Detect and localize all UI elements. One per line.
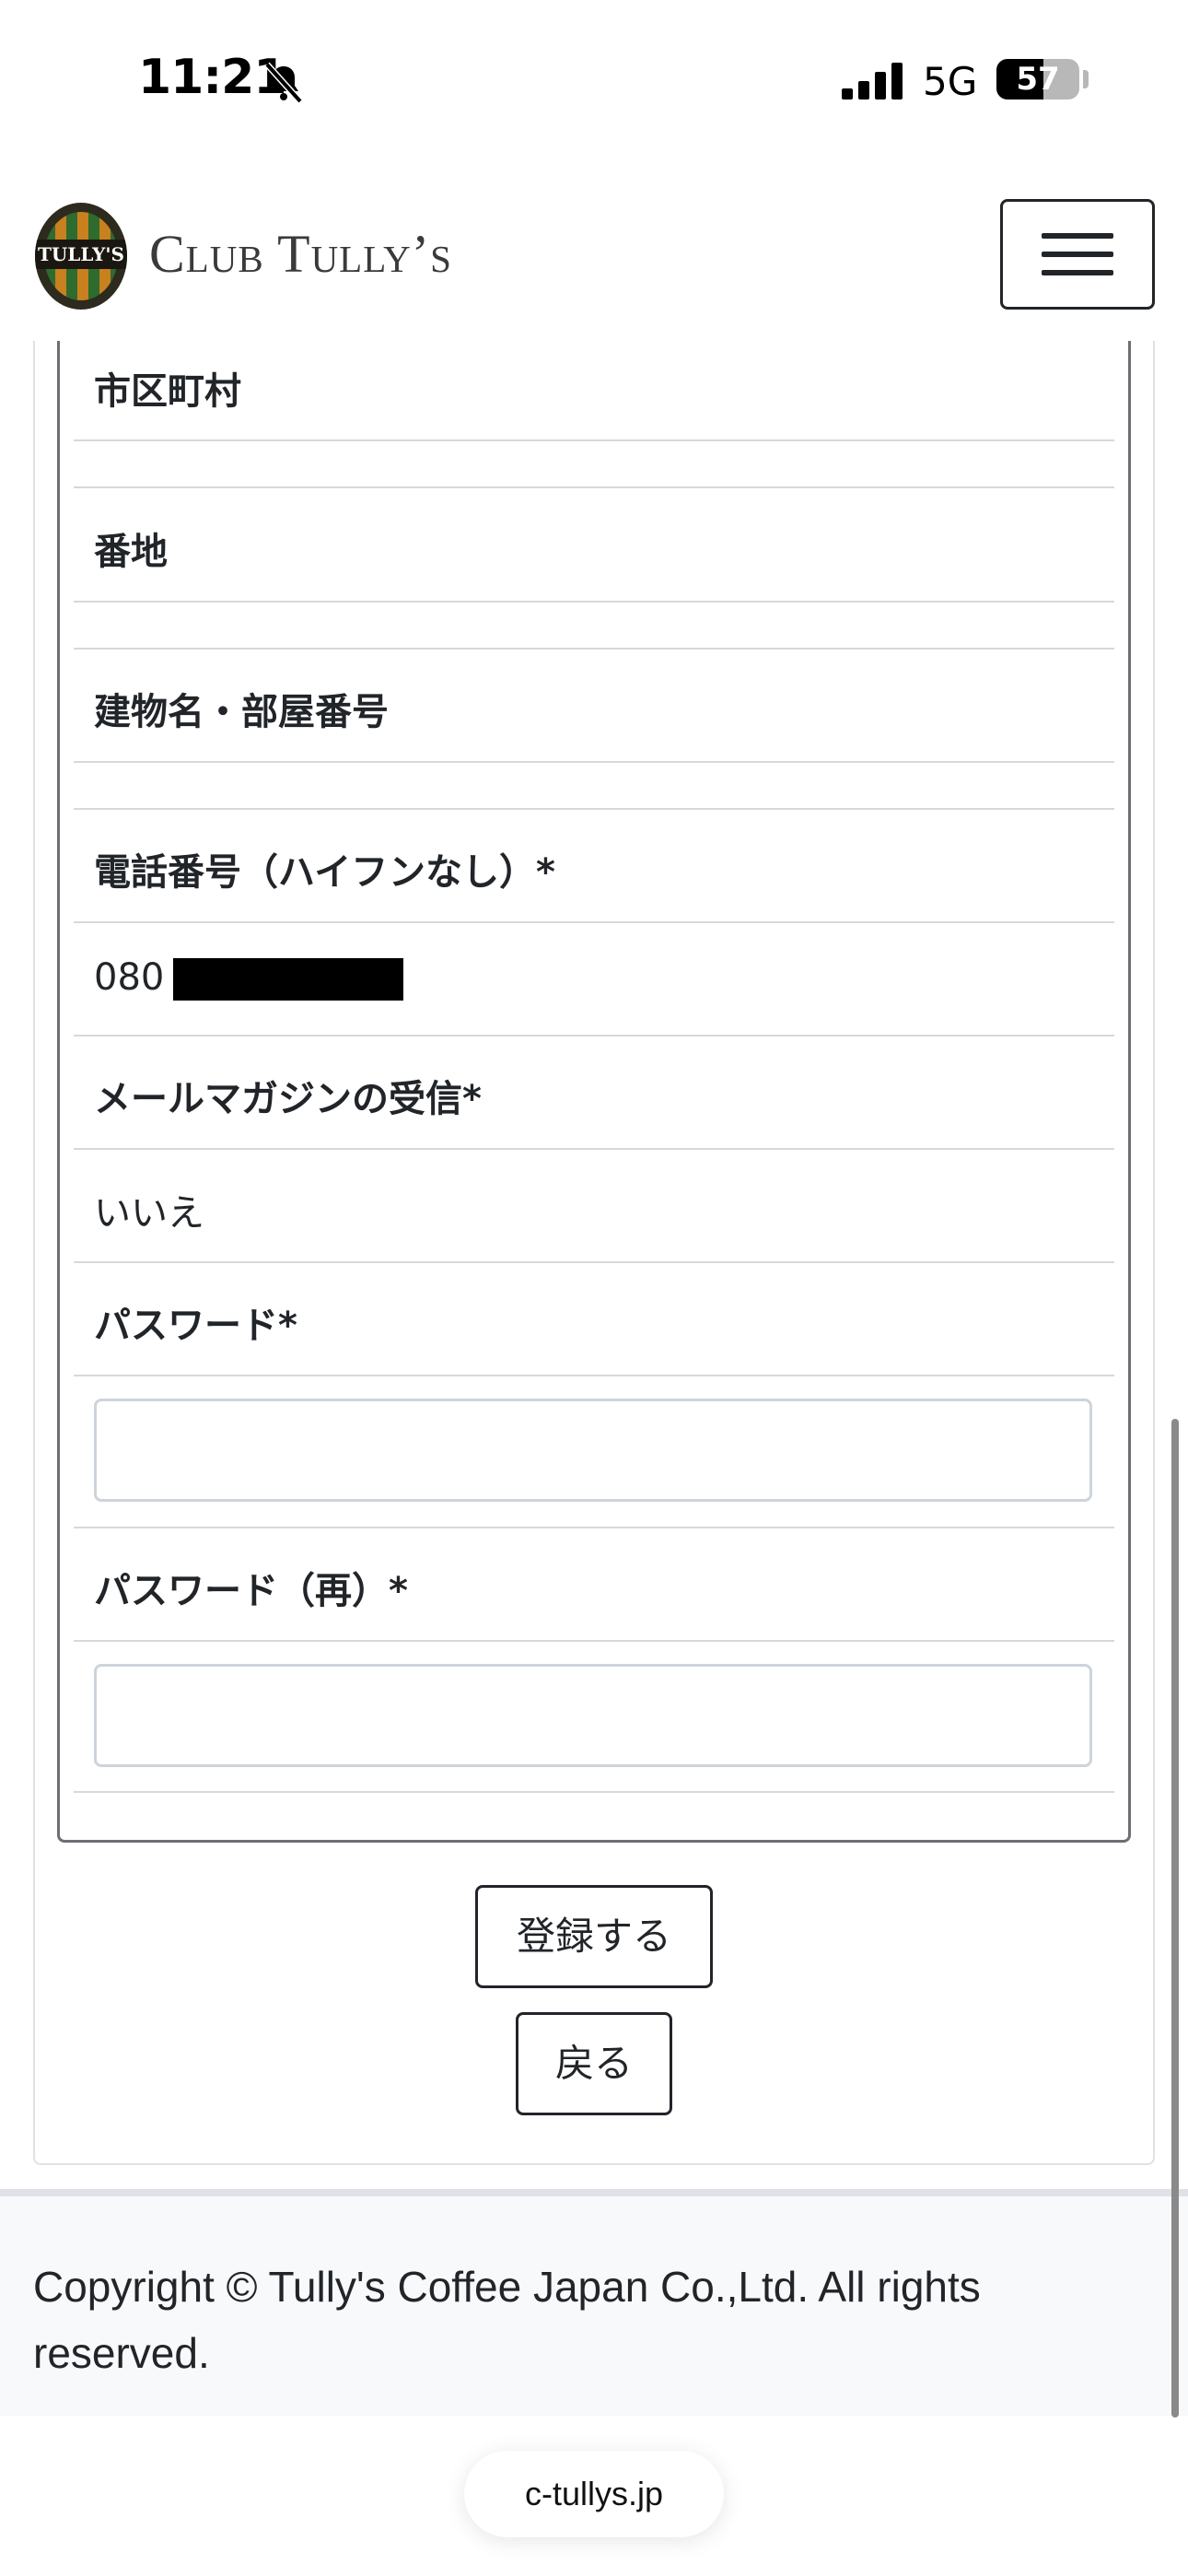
row-divider xyxy=(74,1148,1114,1150)
logo-text: TULLY'S xyxy=(35,240,127,269)
field-label-street: 番地 xyxy=(94,531,168,573)
row-divider xyxy=(74,761,1114,763)
hamburger-icon-bar-3 xyxy=(1042,270,1113,275)
field-label-newsletter: メールマガジンの受信* xyxy=(94,1078,482,1120)
row-divider xyxy=(74,601,1114,603)
row-divider xyxy=(74,921,1114,923)
row-divider xyxy=(74,1035,1114,1036)
row-divider xyxy=(74,486,1114,488)
row-divider xyxy=(74,808,1114,810)
field-label-building: 建物名・部屋番号 xyxy=(94,691,389,733)
field-label-phone: 電話番号（ハイフンなし）* xyxy=(94,851,555,894)
battery-level: 57 xyxy=(1016,61,1060,98)
footer: Copyright © Tully's Coffee Japan Co.,Ltd… xyxy=(0,2189,1188,2416)
menu-button[interactable] xyxy=(1000,199,1155,310)
copyright-text: Copyright © Tully's Coffee Japan Co.,Ltd… xyxy=(33,2263,981,2377)
bell-slash-icon xyxy=(264,62,303,104)
brand-name[interactable]: Club Tully’s xyxy=(149,223,452,285)
network-label: 5G xyxy=(923,59,978,104)
hamburger-icon-bar-1 xyxy=(1042,233,1113,239)
signal-icon xyxy=(842,63,903,100)
url-bar[interactable]: c-tullys.jp xyxy=(464,2451,724,2537)
site-header: TULLY'S Club Tully’s xyxy=(0,166,1188,350)
row-divider xyxy=(74,1527,1114,1528)
hamburger-icon-bar-2 xyxy=(1042,252,1113,257)
field-label-password-confirm: パスワード（再）* xyxy=(94,1570,408,1612)
page: 11:21 5G 57 TULLY'S Club Tully’s 市区町村 番地… xyxy=(0,0,1188,2576)
register-button[interactable]: 登録する xyxy=(475,1885,713,1988)
row-divider xyxy=(74,648,1114,650)
back-button[interactable]: 戻る xyxy=(516,2012,672,2115)
field-label-city: 市区町村 xyxy=(94,370,241,413)
battery-icon: 57 xyxy=(996,59,1079,100)
password-confirm-input[interactable] xyxy=(94,1664,1092,1767)
row-divider xyxy=(74,1261,1114,1263)
status-bar: 11:21 5G 57 xyxy=(0,0,1188,166)
redaction-block xyxy=(173,958,403,1001)
field-value-phone: 080 xyxy=(94,956,165,999)
battery-tip xyxy=(1083,70,1089,88)
row-divider xyxy=(74,1791,1114,1793)
row-divider xyxy=(74,1375,1114,1376)
field-value-newsletter: いいえ xyxy=(94,1192,204,1235)
field-label-password: パスワード* xyxy=(94,1305,297,1347)
tullys-logo[interactable]: TULLY'S xyxy=(35,203,127,310)
row-divider xyxy=(74,439,1114,441)
scrollbar[interactable] xyxy=(1171,1419,1179,2418)
password-input[interactable] xyxy=(94,1399,1092,1502)
row-divider xyxy=(74,1640,1114,1642)
